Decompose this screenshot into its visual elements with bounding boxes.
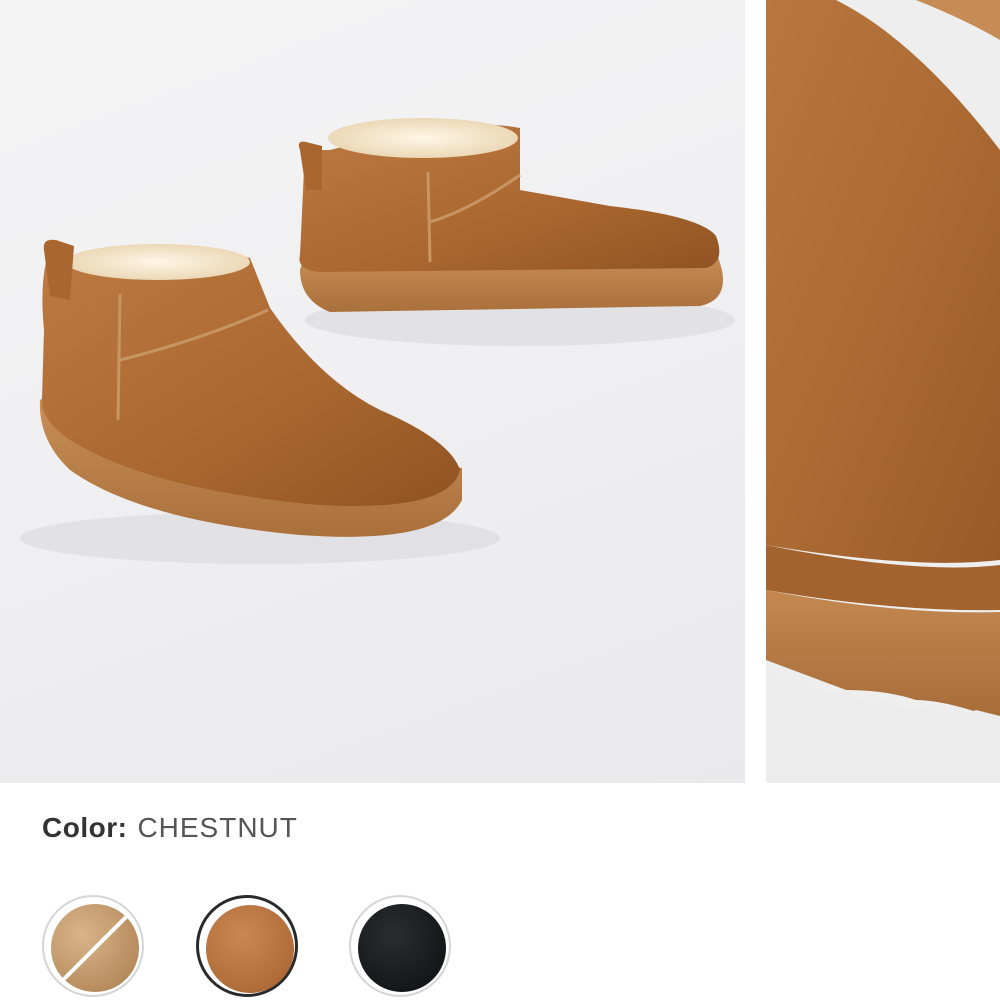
product-photo-detail[interactable] <box>766 0 1000 783</box>
color-selection-label: Color: CHESTNUT <box>42 812 298 844</box>
color-label: Color: <box>42 812 128 843</box>
unavailable-slash-icon <box>58 911 132 985</box>
color-swatch-tan[interactable] <box>42 895 144 997</box>
tan-suede-swatch-icon <box>51 904 139 992</box>
color-swatch-chestnut[interactable] <box>196 895 298 997</box>
product-gallery <box>0 0 1000 783</box>
suede-closeup-image <box>766 0 1000 783</box>
chestnut-suede-swatch-icon <box>206 905 294 993</box>
product-photo-main[interactable] <box>0 0 745 783</box>
selected-color-name: CHESTNUT <box>137 812 298 843</box>
boots-pair-image <box>20 118 735 564</box>
black-suede-swatch-icon <box>358 904 446 992</box>
color-swatch-black[interactable] <box>349 895 451 997</box>
